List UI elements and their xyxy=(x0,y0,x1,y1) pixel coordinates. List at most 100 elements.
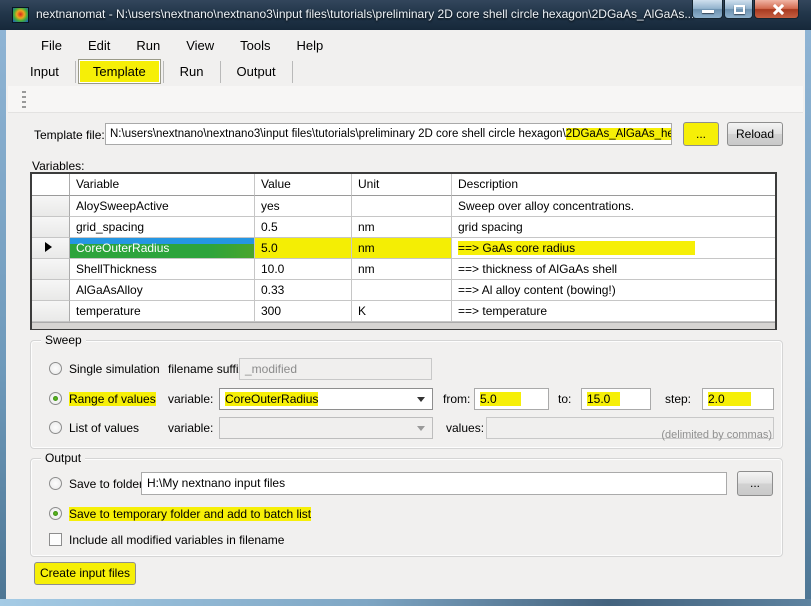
menu-tools[interactable]: Tools xyxy=(227,34,283,57)
cell-description[interactable]: ==> Al alloy content (bowing!) xyxy=(452,280,775,301)
create-input-files-button[interactable]: Create input files xyxy=(34,562,136,585)
table-horizontal-scrollbar[interactable] xyxy=(32,322,775,329)
cell-value[interactable]: 0.5 xyxy=(255,217,352,238)
cell-unit[interactable]: K xyxy=(352,301,452,322)
row-header[interactable] xyxy=(32,196,70,217)
row-header[interactable] xyxy=(32,280,70,301)
menu-help[interactable]: Help xyxy=(284,34,337,57)
row-header[interactable] xyxy=(32,259,70,280)
template-file-name-highlighted: 2DGaAs_AlGaAs_hexagon xyxy=(566,128,672,140)
range-of-values-label: Range of values xyxy=(69,392,156,406)
tab-separator xyxy=(220,61,221,83)
current-row-arrow-icon xyxy=(45,242,52,252)
cell-unit[interactable]: nm xyxy=(352,259,452,280)
cell-unit[interactable]: nm xyxy=(352,238,452,259)
table-row-selected[interactable]: CoreOuterRadius 5.0 nm ==> GaAs core rad… xyxy=(32,238,775,259)
cell-variable-text: CoreOuterRadius xyxy=(76,241,169,255)
minimize-button[interactable] xyxy=(692,0,723,19)
cell-variable[interactable]: AlGaAsAlloy xyxy=(70,280,255,301)
cell-value[interactable]: 10.0 xyxy=(255,259,352,280)
template-browse-button[interactable]: ... xyxy=(683,122,719,146)
tab-run[interactable]: Run xyxy=(166,60,218,83)
tab-output[interactable]: Output xyxy=(223,60,290,83)
menu-bar: File Edit Run View Tools Help xyxy=(6,32,805,58)
list-of-values-radio[interactable] xyxy=(49,421,62,434)
cell-variable[interactable]: temperature xyxy=(70,301,255,322)
range-variable-dropdown[interactable]: CoreOuterRadius xyxy=(219,388,433,410)
step-label: step: xyxy=(665,392,691,406)
table-row[interactable]: grid_spacing 0.5 nm grid spacing xyxy=(32,217,775,238)
template-file-input[interactable]: N:\users\nextnano\nextnano3\input files\… xyxy=(105,123,672,145)
save-to-folder-label: Save to folder: xyxy=(69,477,146,491)
toolbar-grip-handle[interactable] xyxy=(22,91,26,108)
range-of-values-radio[interactable] xyxy=(49,392,62,405)
single-simulation-radio[interactable] xyxy=(49,362,62,375)
row-header[interactable] xyxy=(32,217,70,238)
from-label: from: xyxy=(443,392,470,406)
menu-view[interactable]: View xyxy=(173,34,227,57)
cell-variable[interactable]: AloySweepActive xyxy=(70,196,255,217)
output-group: Output Save to folder: H:\My nextnano in… xyxy=(30,458,783,557)
save-temp-folder-radio[interactable] xyxy=(49,507,62,520)
to-value: 15.0 xyxy=(587,392,620,406)
column-header-variable[interactable]: Variable xyxy=(70,174,255,196)
to-input[interactable]: 15.0 xyxy=(581,388,651,410)
cell-variable-selected[interactable]: CoreOuterRadius xyxy=(70,238,255,259)
output-browse-button[interactable]: ... xyxy=(737,471,773,496)
minimize-icon xyxy=(702,10,714,13)
cell-unit[interactable] xyxy=(352,280,452,301)
template-file-path: N:\users\nextnano\nextnano3\input files\… xyxy=(110,128,566,140)
cell-description[interactable]: ==> thickness of AlGaAs shell xyxy=(452,259,775,280)
title-bar[interactable]: nextnanomat - N:\users\nextnano\nextnano… xyxy=(0,0,811,30)
save-to-folder-radio[interactable] xyxy=(49,477,62,490)
cell-value[interactable]: 0.33 xyxy=(255,280,352,301)
window-title: nextnanomat - N:\users\nextnano\nextnano… xyxy=(36,7,694,21)
step-input[interactable]: 2.0 xyxy=(702,388,774,410)
app-window: nextnanomat - N:\users\nextnano\nextnano… xyxy=(0,0,811,606)
cell-description[interactable]: Sweep over alloy concentrations. xyxy=(452,196,775,217)
table-row[interactable]: ShellThickness 10.0 nm ==> thickness of … xyxy=(32,259,775,280)
tab-input[interactable]: Input xyxy=(16,60,73,83)
maximize-button[interactable] xyxy=(724,0,753,19)
list-of-values-label: List of values xyxy=(69,421,139,435)
cell-description[interactable]: ==> temperature xyxy=(452,301,775,322)
cell-unit[interactable]: nm xyxy=(352,217,452,238)
values-label: values: xyxy=(446,421,484,435)
menu-run[interactable]: Run xyxy=(123,34,173,57)
column-header-description[interactable]: Description xyxy=(452,174,775,196)
table-row[interactable]: AloySweepActive yes Sweep over alloy con… xyxy=(32,196,775,217)
cell-variable[interactable]: grid_spacing xyxy=(70,217,255,238)
cell-description[interactable]: ==> GaAs core radius xyxy=(452,238,775,259)
list-variable-label: variable: xyxy=(168,421,213,435)
menu-file[interactable]: File xyxy=(28,34,75,57)
tab-template[interactable]: Template xyxy=(78,59,161,84)
tab-strip: Input Template Run Output xyxy=(14,58,293,85)
table-row[interactable]: temperature 300 K ==> temperature xyxy=(32,301,775,322)
column-header-unit[interactable]: Unit xyxy=(352,174,452,196)
table-row[interactable]: AlGaAsAlloy 0.33 ==> Al alloy content (b… xyxy=(32,280,775,301)
single-simulation-label: Single simulation xyxy=(69,362,160,376)
close-button[interactable] xyxy=(754,0,799,19)
cell-description[interactable]: grid spacing xyxy=(452,217,775,238)
cell-variable[interactable]: ShellThickness xyxy=(70,259,255,280)
from-input[interactable]: 5.0 xyxy=(474,388,549,410)
dropdown-arrow-icon xyxy=(417,397,425,402)
sweep-group: Sweep Single simulation filename suffix:… xyxy=(30,340,783,449)
filename-suffix-input: _modified xyxy=(239,358,432,380)
save-folder-path-input[interactable]: H:\My nextnano input files xyxy=(141,472,727,495)
include-modified-checkbox[interactable] xyxy=(49,533,62,546)
table-corner-cell[interactable] xyxy=(32,174,70,196)
column-header-value[interactable]: Value xyxy=(255,174,352,196)
reload-button[interactable]: Reload xyxy=(727,122,783,146)
menu-edit[interactable]: Edit xyxy=(75,34,123,57)
cell-value[interactable]: 5.0 xyxy=(255,238,352,259)
row-header-current[interactable] xyxy=(32,238,70,259)
cell-value[interactable]: yes xyxy=(255,196,352,217)
cell-unit[interactable] xyxy=(352,196,452,217)
output-group-label: Output xyxy=(41,451,85,465)
dropdown-arrow-icon xyxy=(417,426,425,431)
row-header[interactable] xyxy=(32,301,70,322)
filename-suffix-label: filename suffix: xyxy=(168,362,248,376)
range-variable-label: variable: xyxy=(168,392,213,406)
cell-value[interactable]: 300 xyxy=(255,301,352,322)
